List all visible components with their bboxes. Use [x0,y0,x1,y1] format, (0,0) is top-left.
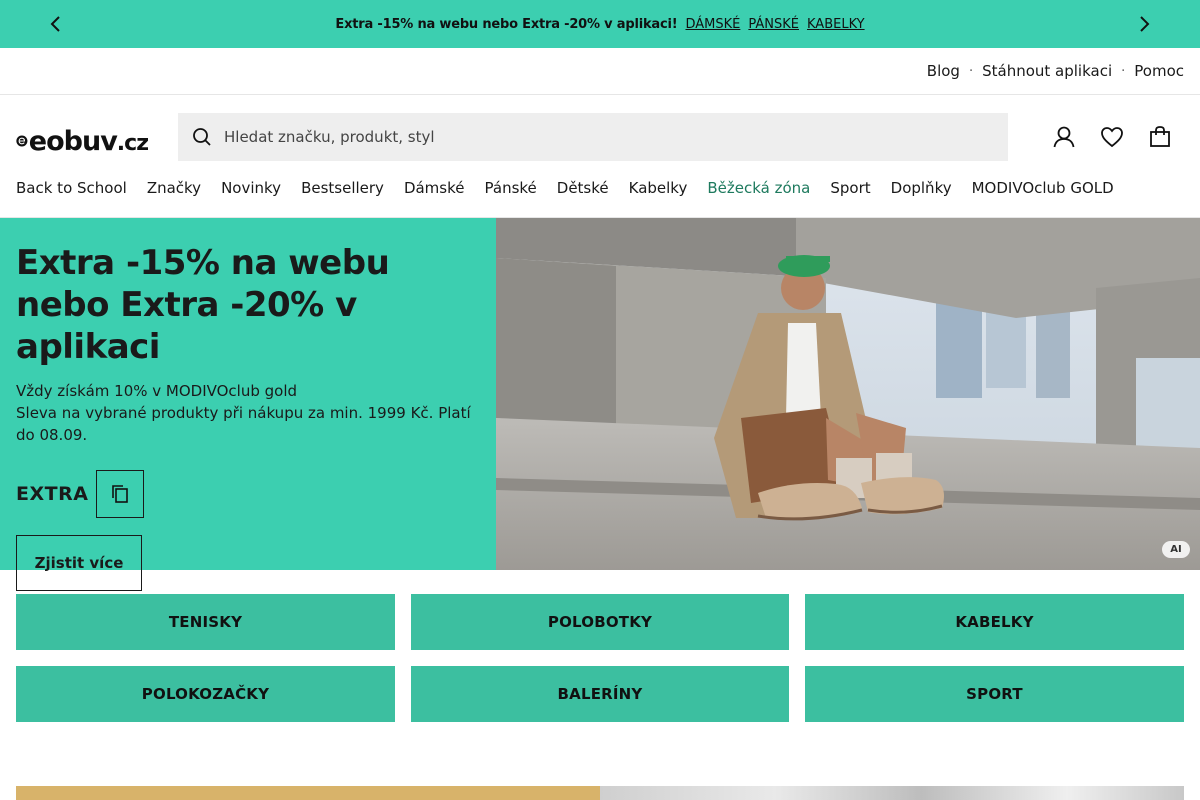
tile-low-shoes[interactable]: POLOBOTKY [411,594,789,650]
promo-bar: Extra -15% na webu nebo Extra -20% v apl… [0,0,1200,48]
nav-sport[interactable]: Sport [830,179,870,197]
search-box[interactable] [178,113,1008,161]
separator: · [1121,63,1126,79]
user-icon[interactable] [1051,124,1077,150]
separator: · [968,63,974,79]
nav-new[interactable]: Novinky [221,179,281,197]
hero-image[interactable]: AI [496,218,1200,570]
bag-icon[interactable] [1147,124,1173,150]
nav-accessories[interactable]: Doplňky [891,179,952,197]
nav-kids[interactable]: Dětské [557,179,609,197]
tile-sport[interactable]: SPORT [805,666,1184,722]
logo-name: eobuv [28,125,118,157]
ai-badge: AI [1162,541,1190,558]
bottom-banner-left[interactable] [16,786,600,800]
nav-running-zone[interactable]: Běžecká zóna [707,179,810,197]
promo-code-row: EXTRA [16,470,480,518]
logo-suffix: .cz [116,130,149,156]
bottom-banner-right[interactable] [600,786,1184,800]
hero-photo [496,218,1200,570]
category-nav: Back to School Značky Novinky Bestseller… [0,179,1200,218]
tile-ballerinas[interactable]: BALERÍNY [411,666,789,722]
hero-promo-panel: Extra -15% na webu nebo Extra -20% v apl… [0,218,496,591]
learn-more-button[interactable]: Zjistit více [16,535,142,591]
promo-text: Extra -15% na webu nebo Extra -20% v apl… [335,16,678,32]
tile-handbags[interactable]: KABELKY [805,594,1184,650]
chevron-left-icon [50,16,60,32]
promo-code: EXTRA [16,483,89,505]
logo-e-icon [16,135,28,147]
nav-back-to-school[interactable]: Back to School [16,179,127,197]
promo-prev-button[interactable] [32,0,80,48]
logo[interactable]: eobuv.cz [16,123,149,159]
hero-subtitle: Vždy získám 10% v MODIVOclub gold [16,382,298,400]
nav-handbags[interactable]: Kabelky [629,179,688,197]
nav-men[interactable]: Pánské [485,179,537,197]
promo-link-kabelky[interactable]: KABELKY [807,17,865,32]
help-link[interactable]: Pomoc [1134,62,1184,80]
hero-conditions: Sleva na vybrané produkty při nákupu za … [16,404,471,444]
utility-links: Blog · Stáhnout aplikaci · Pomoc [0,48,1200,95]
logo-text: eobuv.cz [28,125,149,157]
copy-icon [112,485,128,503]
search-input[interactable] [224,128,984,146]
search-icon [193,128,211,146]
promo-link-damske[interactable]: DÁMSKÉ [685,17,740,32]
tile-sneakers[interactable]: TENISKY [16,594,395,650]
nav-modivoclub-gold[interactable]: MODIVOclub GOLD [972,179,1114,197]
hero-title: Extra -15% na webu nebo Extra -20% v apl… [16,243,390,367]
nav-bestsellers[interactable]: Bestsellery [301,179,384,197]
heart-icon[interactable] [1099,124,1125,150]
tile-ankle-boots[interactable]: POLOKOZAČKY [16,666,395,722]
nav-women[interactable]: Dámské [404,179,465,197]
promo-link-panske[interactable]: PÁNSKÉ [748,17,799,32]
nav-brands[interactable]: Značky [147,179,201,197]
promo-next-button[interactable] [1120,0,1168,48]
site-header: eobuv.cz [0,95,1200,179]
copy-code-button[interactable] [96,470,144,518]
chevron-right-icon [1140,16,1150,32]
download-app-link[interactable]: Stáhnout aplikaci [982,62,1112,80]
blog-link[interactable]: Blog [927,62,960,80]
